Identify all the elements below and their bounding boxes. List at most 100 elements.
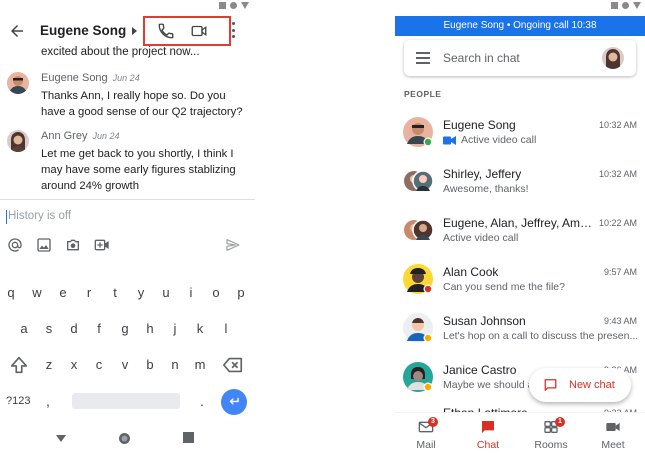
mention-icon[interactable] <box>7 237 23 253</box>
key[interactable]: u <box>156 282 176 304</box>
conversation-item[interactable]: Eugene Song 10:32 AM Active video call <box>395 114 645 160</box>
new-chat-button[interactable]: New chat <box>529 368 631 402</box>
message-sender: Ann Grey Jun 24 <box>41 130 120 142</box>
key[interactable]: e <box>53 282 73 304</box>
nav-home-icon[interactable] <box>118 432 131 445</box>
video-camera-icon <box>443 135 456 145</box>
conversation-snippet-text: Active video call <box>461 134 537 146</box>
conversation-time: 10:32 AM <box>598 169 637 179</box>
record-icon <box>230 2 237 9</box>
avatar <box>403 117 433 147</box>
tab-mail[interactable]: 3 Mail <box>395 413 457 454</box>
tab-chat[interactable]: Chat <box>457 413 519 454</box>
key[interactable]: i <box>181 282 201 304</box>
key[interactable]: v <box>115 354 135 376</box>
nav-recents-icon[interactable] <box>183 432 194 443</box>
record-icon <box>622 2 629 9</box>
key[interactable]: g <box>115 318 135 340</box>
space-bar[interactable] <box>72 393 180 409</box>
conversation-name: Eugene, Alan, Jeffrey, Ama... <box>443 216 595 230</box>
enter-icon <box>229 397 239 405</box>
add-video-meeting-icon[interactable] <box>94 237 110 253</box>
image-icon[interactable] <box>36 237 52 253</box>
key[interactable]: q <box>1 282 21 304</box>
key[interactable]: w <box>27 282 47 304</box>
conversation-time: 10:22 AM <box>598 218 637 228</box>
more-vert-icon[interactable] <box>230 22 236 38</box>
phone-icon[interactable] <box>157 22 175 40</box>
conversation-snippet: Maybe we should a <box>443 379 534 391</box>
tab-label: Rooms <box>534 439 568 451</box>
ongoing-call-banner[interactable]: Eugene Song • Ongoing call 10:38 <box>395 16 645 36</box>
message-text: Let me get back to you shortly, I think … <box>41 148 236 192</box>
group-avatar <box>404 170 433 192</box>
key[interactable]: b <box>140 354 160 376</box>
key[interactable]: j <box>165 318 185 340</box>
nav-back-icon[interactable] <box>55 432 67 444</box>
conversation-title[interactable]: Eugene Song <box>40 23 138 38</box>
key[interactable]: x <box>64 354 84 376</box>
key[interactable]: s <box>39 318 59 340</box>
key[interactable]: c <box>89 354 109 376</box>
tab-label: Meet <box>601 439 625 451</box>
key[interactable]: k <box>190 318 210 340</box>
key[interactable]: d <box>64 318 84 340</box>
message-date: Jun 24 <box>92 131 120 141</box>
tab-rooms[interactable]: 1 Rooms <box>520 413 582 454</box>
video-camera-icon[interactable] <box>190 22 208 40</box>
comma-key[interactable]: , <box>46 390 50 412</box>
conversation-name: Shirley, Jeffery <box>443 167 522 181</box>
account-avatar[interactable] <box>602 47 624 69</box>
key[interactable]: l <box>216 318 236 340</box>
keyboard-row-3: z x c v b n m <box>0 354 255 376</box>
search-input[interactable]: Search in chat <box>443 51 520 65</box>
message-text: Thanks Ann, I really hope so. Do you hav… <box>41 90 243 118</box>
arrow-back-icon[interactable] <box>8 22 26 40</box>
send-icon[interactable] <box>225 237 241 253</box>
message-input[interactable]: History is off <box>0 199 255 233</box>
compose-toolbar <box>0 233 255 259</box>
period-key[interactable]: . <box>200 390 204 412</box>
conversation-snippet: Let's hop on a call to discuss the prese… <box>443 330 639 342</box>
symbols-key[interactable]: ?123 <box>6 390 30 412</box>
conversation-title-text: Eugene Song <box>40 23 127 38</box>
conversation-snippet: Active video call <box>443 134 536 146</box>
enter-key[interactable] <box>221 389 247 415</box>
section-header: PEOPLE <box>404 89 442 99</box>
key[interactable]: a <box>14 318 34 340</box>
conversation-item[interactable]: Alan Cook 9:57 AM Can you send me the fi… <box>395 261 645 307</box>
key[interactable]: r <box>79 282 99 304</box>
key[interactable]: h <box>140 318 160 340</box>
key[interactable]: z <box>39 354 59 376</box>
key[interactable]: n <box>165 354 185 376</box>
key[interactable]: m <box>190 354 210 376</box>
avatar <box>7 130 29 152</box>
key[interactable]: o <box>206 282 226 304</box>
conversation-snippet: Active video call <box>443 232 519 244</box>
key[interactable]: y <box>131 282 151 304</box>
key[interactable]: p <box>231 282 251 304</box>
signal-icon <box>241 2 249 9</box>
conversation-item[interactable]: Susan Johnson 9:43 AM Let's hop on a cal… <box>395 310 645 356</box>
key[interactable]: t <box>105 282 125 304</box>
previous-message-tail: excited about the project now... <box>41 46 200 58</box>
shift-icon[interactable] <box>8 354 30 376</box>
search-bar[interactable]: Search in chat <box>404 40 636 76</box>
tab-meet[interactable]: Meet <box>582 413 644 454</box>
backspace-icon[interactable] <box>222 354 244 376</box>
conversation-name: Susan Johnson <box>443 314 526 328</box>
conversation-snippet: Awesome, thanks! <box>443 183 529 195</box>
conversation-item[interactable]: Eugene, Alan, Jeffrey, Ama... 10:22 AM A… <box>395 212 645 258</box>
system-navigation-bar <box>0 428 255 450</box>
camera-icon[interactable] <box>65 237 81 253</box>
key[interactable]: f <box>89 318 109 340</box>
chat-conversation-screen: Eugene Song excited about the project no… <box>0 0 255 454</box>
conversation-snippet: Can you send me the file? <box>443 281 565 293</box>
status-bar <box>219 2 249 9</box>
chat-icon <box>482 421 494 433</box>
conversation-item[interactable]: Shirley, Jeffery 10:32 AM Awesome, thank… <box>395 163 645 209</box>
on-screen-keyboard: q w e r t y u i o p a s d f g h j k l z … <box>0 262 255 420</box>
bottom-navigation: 3 Mail Chat 1 Rooms Meet <box>395 412 645 454</box>
menu-icon[interactable] <box>416 52 430 64</box>
message-date: Jun 24 <box>112 73 140 83</box>
